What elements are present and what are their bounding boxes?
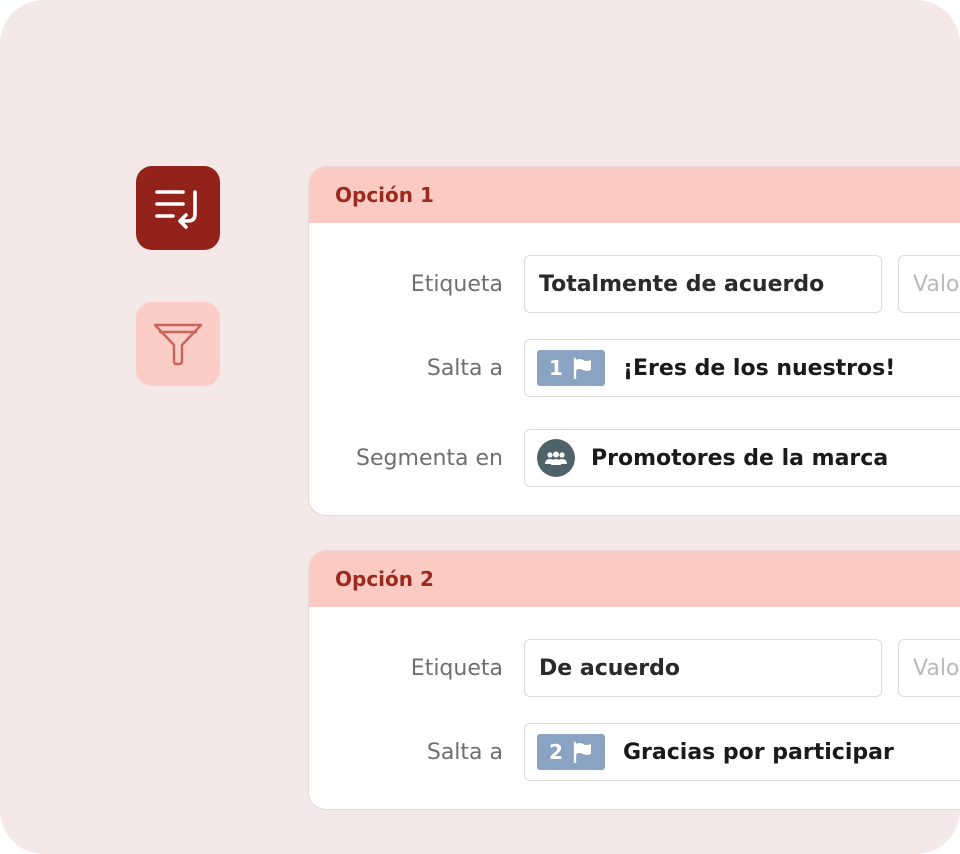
- jump-target: Gracias por participar: [623, 739, 894, 765]
- value-input[interactable]: Valor: [898, 639, 960, 697]
- jump-select[interactable]: 1 ¡Eres de los nuestros!: [524, 339, 960, 397]
- segment-select[interactable]: Promotores de la marca: [524, 429, 960, 487]
- label-input-value: De acuerdo: [539, 655, 681, 681]
- label-row: Etiqueta Totalmente de acuerdo Valor: [309, 255, 960, 313]
- label-caption: Etiqueta: [410, 655, 503, 681]
- segment-value: Promotores de la marca: [591, 445, 889, 471]
- jump-number: 1: [549, 356, 563, 380]
- funnel-icon: [153, 323, 203, 366]
- value-input-placeholder: Valor: [913, 271, 960, 297]
- value-input-placeholder: Valor: [913, 655, 960, 681]
- jump-row: Salta a 2 Gracias por participar: [309, 723, 960, 781]
- list-return-icon: [155, 190, 197, 229]
- segment-caption: Segmenta en: [356, 445, 503, 471]
- jump-caption: Salta a: [426, 355, 503, 381]
- option-card-2: Opción 2 Etiqueta De acuerdo Valor Salta…: [308, 550, 960, 810]
- jump-number: 2: [549, 740, 563, 764]
- value-input[interactable]: Valor: [898, 255, 960, 313]
- jump-badge: 2: [537, 734, 605, 770]
- filter-tool-button[interactable]: [136, 302, 220, 386]
- group-icon: [537, 439, 575, 477]
- label-caption: Etiqueta: [410, 271, 503, 297]
- flag-icon: [573, 741, 591, 763]
- jump-select[interactable]: 2 Gracias por participar: [524, 723, 960, 781]
- segment-row: Segmenta en Promotores de la marca: [309, 429, 960, 487]
- label-input[interactable]: De acuerdo: [524, 639, 882, 697]
- option-title: Opción 1: [309, 167, 960, 223]
- label-input-value: Totalmente de acuerdo: [539, 271, 825, 297]
- logic-jump-tool-button[interactable]: [136, 166, 220, 250]
- jump-caption: Salta a: [426, 739, 503, 765]
- option-card-1: Opción 1 Etiqueta Totalmente de acuerdo …: [308, 166, 960, 516]
- label-input[interactable]: Totalmente de acuerdo: [524, 255, 882, 313]
- jump-badge: 1: [537, 350, 605, 386]
- flag-icon: [573, 357, 591, 379]
- label-row: Etiqueta De acuerdo Valor: [309, 639, 960, 697]
- logic-panel: Opción 1 Etiqueta Totalmente de acuerdo …: [0, 0, 960, 854]
- jump-target: ¡Eres de los nuestros!: [623, 355, 896, 381]
- option-title: Opción 2: [309, 551, 960, 607]
- jump-row: Salta a 1 ¡Eres de los nuestros!: [309, 339, 960, 397]
